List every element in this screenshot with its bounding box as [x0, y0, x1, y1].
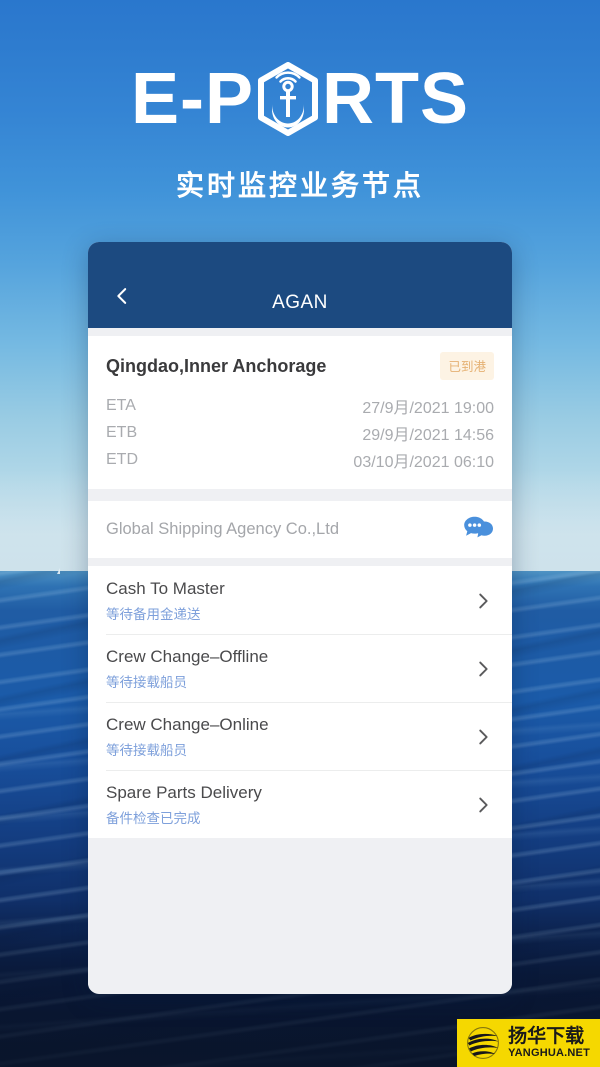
schedule-row: ETD 03/10月/2021 06:10: [106, 446, 494, 473]
chevron-right-icon: [472, 726, 494, 748]
task-status: 等待接载船员: [106, 742, 187, 758]
brand-tagline: 实时监控业务节点: [175, 170, 424, 201]
chevron-right-icon: [472, 658, 494, 680]
schedule-row: ETB 29/9月/2021 14:56: [106, 419, 494, 446]
port-name: Qingdao,Inner Anchorage: [106, 355, 327, 376]
schedule-row: ETA 27/9月/2021 19:00: [106, 392, 494, 419]
globe-swoosh-icon: [465, 1025, 501, 1061]
chevron-right-icon: [472, 794, 494, 816]
agency-row[interactable]: Global Shipping Agency Co.,Ltd: [88, 501, 512, 558]
task-texts: Cash To Master 等待备用金递送: [106, 579, 225, 623]
page-title: AGAN: [272, 292, 328, 313]
site-watermark: 扬华下载 YANGHUA.NET: [457, 1019, 600, 1067]
list-item[interactable]: Crew Change–Online 等待接载船员: [88, 702, 512, 770]
logo-text-suffix: RTS: [322, 59, 470, 139]
task-list: Cash To Master 等待备用金递送 Crew Change–Offli…: [88, 566, 512, 838]
back-button[interactable]: [102, 278, 142, 318]
logo-text-prefix: E-P: [130, 59, 255, 139]
task-status: 等待备用金递送: [106, 606, 201, 622]
status-badge: 已到港: [440, 352, 494, 380]
section-gap-agency: [88, 489, 512, 501]
list-item[interactable]: Crew Change–Offline 等待接载船员: [88, 634, 512, 702]
task-title: Cash To Master: [106, 578, 225, 598]
brand-header: E-P RTS 实时监控业务节点: [0, 56, 600, 204]
task-texts: Crew Change–Offline 等待接载船员: [106, 647, 268, 691]
chevron-right-icon: [472, 590, 494, 612]
task-title: Spare Parts Delivery: [106, 782, 262, 802]
schedule-value: 03/10月/2021 06:10: [353, 453, 494, 471]
watermark-en: YANGHUA.NET: [508, 1047, 590, 1059]
list-empty-area: [88, 838, 512, 990]
watermark-cn: 扬华下载: [508, 1026, 585, 1047]
section-gap-tasks: [88, 558, 512, 566]
section-gap-top: [88, 328, 512, 336]
task-texts: Crew Change–Online 等待接载船员: [106, 715, 269, 759]
agency-name: Global Shipping Agency Co.,Ltd: [106, 519, 339, 538]
app-screen-card: AGAN Qingdao,Inner Anchorage 已到港 ETA 27/…: [88, 242, 512, 994]
port-header: Qingdao,Inner Anchorage 已到港: [88, 336, 512, 392]
app-navbar: AGAN: [88, 242, 512, 328]
task-status: 备件检查已完成: [106, 810, 201, 826]
task-title: Crew Change–Online: [106, 714, 269, 734]
chevron-left-icon: [111, 285, 133, 312]
port-schedule-panel: Qingdao,Inner Anchorage 已到港 ETA 27/9月/20…: [88, 336, 512, 489]
schedule-value: 29/9月/2021 14:56: [362, 426, 494, 444]
task-title: Crew Change–Offline: [106, 646, 269, 666]
brand-logo: E-P RTS: [131, 56, 469, 142]
list-item[interactable]: Cash To Master 等待备用金递送: [88, 566, 512, 634]
schedule-label: ETA: [106, 396, 136, 414]
task-texts: Spare Parts Delivery 备件检查已完成: [106, 783, 262, 827]
schedule-value: 27/9月/2021 19:00: [362, 399, 494, 417]
task-status: 等待接载船员: [106, 674, 187, 690]
schedule-list: ETA 27/9月/2021 19:00 ETB 29/9月/2021 14:5…: [88, 392, 512, 489]
schedule-label: ETB: [106, 423, 138, 441]
hexagon-anchor-icon: [255, 62, 321, 136]
schedule-label: ETD: [106, 450, 138, 468]
chat-bubbles-icon[interactable]: [464, 515, 494, 543]
agency-panel: Global Shipping Agency Co.,Ltd: [88, 501, 512, 558]
app-promo-screenshot: E-P RTS 实时监控业务节点 AGAN Qingdao,Inner Anch…: [0, 0, 600, 1067]
watermark-text: 扬华下载 YANGHUA.NET: [508, 1026, 590, 1060]
list-item[interactable]: Spare Parts Delivery 备件检查已完成: [88, 770, 512, 838]
